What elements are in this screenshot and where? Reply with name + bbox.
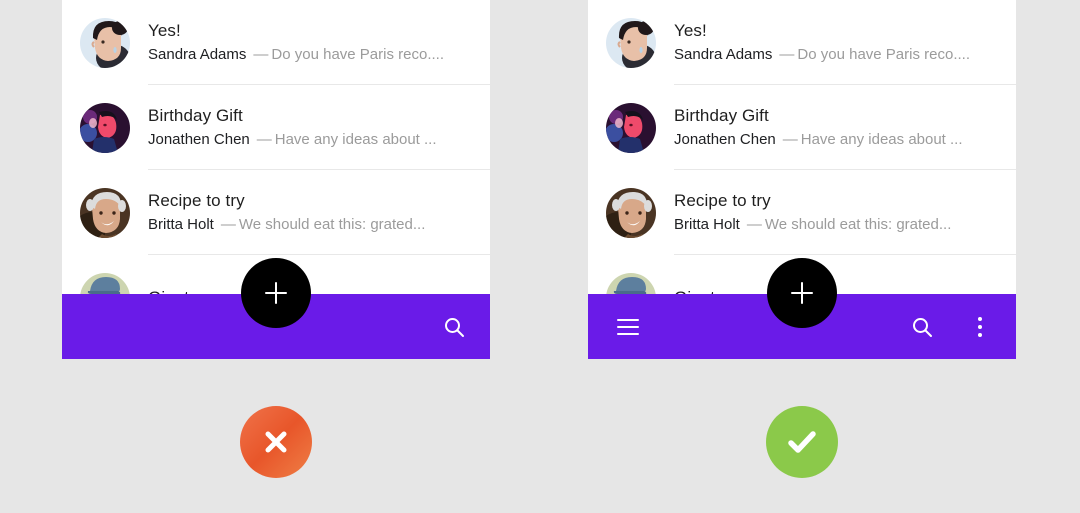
message-sender: Jonathen Chen [674,131,776,148]
message-text: Yes! Sandra Adams — Do you have Paris reco… [148,20,490,65]
more-vert-icon[interactable] [960,307,1000,347]
comparison-stage: Yes! Sandra Adams — Do you have Paris reco… [0,0,1080,513]
search-icon[interactable] [902,307,942,347]
avatar-container[interactable] [588,17,674,68]
message-text: Recipe to try Britta Holt — We should eat … [674,190,1016,235]
close-icon [265,431,287,453]
woman-gray-hair-avatar [80,187,130,238]
woman-dark-hair-avatar [606,17,656,68]
avatar-container[interactable] [588,102,674,153]
table-row[interactable]: Birthday Gift Jonathen Chen — Have any ide… [62,85,490,170]
avatar-container[interactable] [588,187,674,238]
hamburger-lines [617,318,639,335]
message-snippet: Have any ideas about ... [800,131,963,148]
check-icon [788,431,816,453]
table-row[interactable]: Recipe to try Britta Holt — We should eat … [62,170,490,255]
meta-separator: — [746,216,762,233]
compose-fab[interactable] [241,258,311,328]
table-row[interactable]: Yes! Sandra Adams — Do you have Paris reco… [588,0,1016,85]
message-meta: Britta Holt — We should eat this: grated..… [674,215,1010,235]
message-snippet: Do you have Paris reco.... [797,46,970,63]
woman-gray-hair-avatar [606,187,656,238]
message-subject: Yes! [674,21,707,40]
message-snippet: Have any ideas about ... [274,131,437,148]
message-snippet: We should eat this: grated... [238,216,426,233]
message-sender: Britta Holt [148,216,214,233]
avatar-container[interactable] [62,17,148,68]
plus-icon [265,282,287,304]
message-meta: Sandra Adams — Do you have Paris reco.... [674,45,1010,65]
incorrect-badge [240,406,312,478]
message-subject: Recipe to try [148,191,245,210]
search-icon[interactable] [434,307,474,347]
message-sender: Jonathen Chen [148,131,250,148]
menu-icon[interactable] [608,307,648,347]
table-row[interactable]: Birthday Gift Jonathen Chen — Have any ide… [588,85,1016,170]
message-text: Yes! Sandra Adams — Do you have Paris reco… [674,20,1016,65]
message-sender: Sandra Adams [674,46,773,63]
message-meta: Jonathen Chen — Have any ideas about ... [148,130,484,150]
message-meta: Sandra Adams — Do you have Paris reco.... [148,45,484,65]
meta-separator: — [256,131,272,148]
meta-separator: — [253,46,269,63]
right-bar-actions [902,307,1016,347]
message-text: Recipe to try Britta Holt — We should eat … [148,190,490,235]
avatar-container[interactable] [62,102,148,153]
message-meta: Jonathen Chen — Have any ideas about ... [674,130,1010,150]
message-subject: Birthday Gift [674,106,769,125]
message-text: Birthday Gift Jonathen Chen — Have any ide… [674,105,1016,150]
meta-separator: — [220,216,236,233]
meta-separator: — [782,131,798,148]
message-subject: Birthday Gift [148,106,243,125]
message-subject: Yes! [148,21,181,40]
compose-fab[interactable] [767,258,837,328]
meta-separator: — [779,46,795,63]
message-sender: Britta Holt [674,216,740,233]
left-bar-actions [434,307,490,347]
message-sender: Sandra Adams [148,46,247,63]
table-row[interactable]: Yes! Sandra Adams — Do you have Paris reco… [62,0,490,85]
avatar-container[interactable] [62,187,148,238]
message-subject: Recipe to try [674,191,771,210]
table-row[interactable]: Recipe to try Britta Holt — We should eat … [588,170,1016,255]
message-text: Birthday Gift Jonathen Chen — Have any ide… [148,105,490,150]
message-meta: Britta Holt — We should eat this: grated..… [148,215,484,235]
man-pink-light-avatar [606,102,656,153]
woman-dark-hair-avatar [80,17,130,68]
man-pink-light-avatar [80,102,130,153]
message-snippet: Do you have Paris reco.... [271,46,444,63]
plus-icon [791,282,813,304]
correct-badge [766,406,838,478]
right-bar-leading-slot [588,307,648,347]
overflow-dots [978,316,982,337]
message-snippet: We should eat this: grated... [764,216,952,233]
